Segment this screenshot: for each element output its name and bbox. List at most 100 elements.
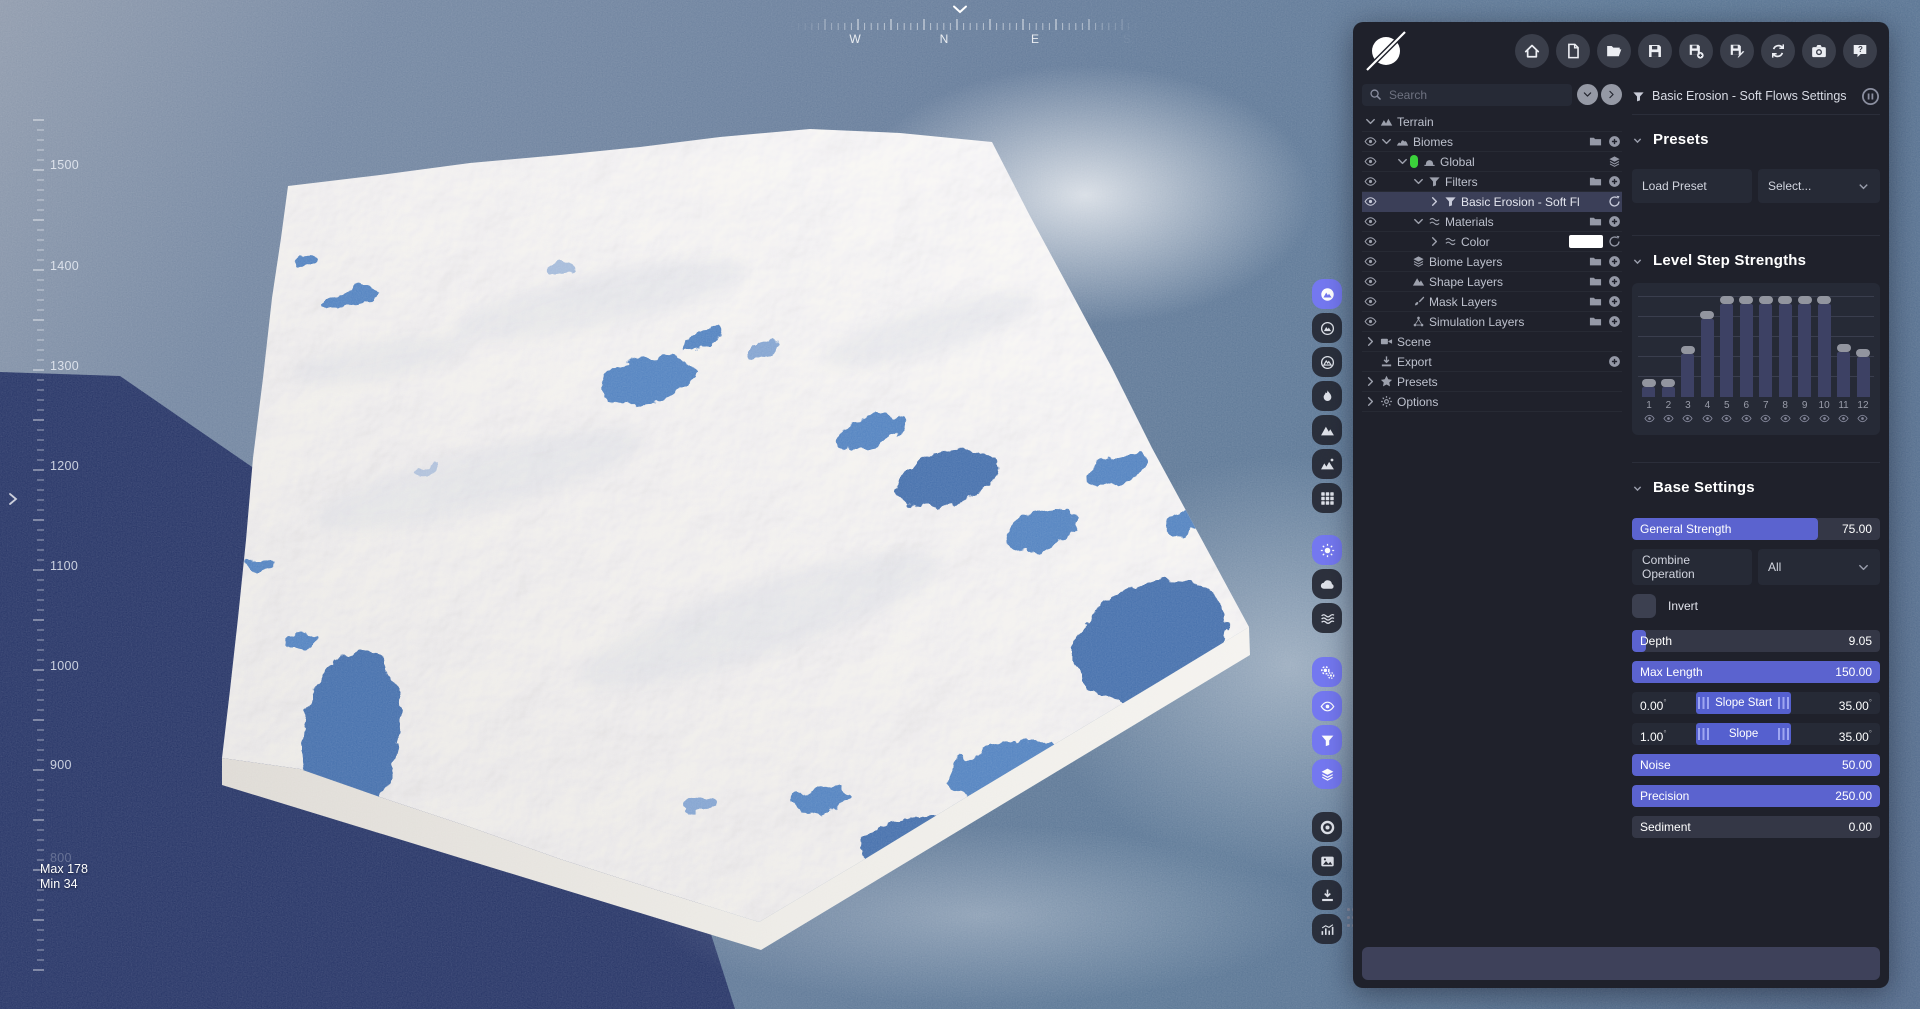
level-bar-7[interactable] xyxy=(1758,296,1773,397)
panel-expand-chevron[interactable] xyxy=(8,492,18,511)
export-image-button[interactable] xyxy=(1312,880,1342,910)
range-min-value[interactable]: 1.00° xyxy=(1640,723,1667,748)
range-min-value[interactable]: 0.00° xyxy=(1640,692,1667,717)
level-bar-11[interactable] xyxy=(1836,344,1851,397)
filters-toggle-button[interactable] xyxy=(1312,725,1342,755)
section-base-settings[interactable]: Base Settings xyxy=(1632,479,1880,496)
outline-view-button[interactable] xyxy=(1312,347,1342,377)
tree-row-global[interactable]: Global xyxy=(1362,152,1622,172)
eye-icon[interactable] xyxy=(1362,155,1378,169)
environment-view-button[interactable] xyxy=(1312,449,1342,479)
refresh-icon[interactable] xyxy=(1606,235,1622,249)
color-tag[interactable] xyxy=(1410,155,1418,168)
range-grip-left[interactable] xyxy=(1698,728,1710,740)
slider-value[interactable]: 150.00 xyxy=(1835,661,1872,683)
eye-icon[interactable] xyxy=(1362,135,1378,149)
range-slope-start[interactable]: 0.00° Slope Start 35.00° xyxy=(1632,692,1880,714)
plus-icon[interactable] xyxy=(1606,255,1622,269)
chevron-down-icon[interactable] xyxy=(1378,135,1394,149)
color-swatch[interactable] xyxy=(1569,235,1603,248)
tree-row-biome-layers[interactable]: Biome Layers xyxy=(1362,252,1622,272)
section-presets[interactable]: Presets xyxy=(1632,131,1880,148)
chevron-right-icon[interactable] xyxy=(1426,235,1442,249)
eye-icon[interactable] xyxy=(1362,255,1378,269)
tree-row-mask-layers[interactable]: Mask Layers xyxy=(1362,292,1622,312)
tree-row-scene[interactable]: Scene xyxy=(1362,332,1622,352)
eye-icon[interactable] xyxy=(1362,235,1378,249)
slider-value[interactable]: 0.00 xyxy=(1849,816,1872,838)
bar-handle[interactable] xyxy=(1778,296,1793,304)
screenshot-button[interactable] xyxy=(1802,34,1836,68)
save-button[interactable] xyxy=(1638,34,1672,68)
water-settings-button[interactable] xyxy=(1312,603,1342,633)
bar-handle[interactable] xyxy=(1719,296,1734,304)
save-as-button[interactable] xyxy=(1679,34,1713,68)
tree-row-biomes[interactable]: Biomes xyxy=(1362,132,1622,152)
snapshot-button[interactable] xyxy=(1312,846,1342,876)
bar-handle[interactable] xyxy=(1817,296,1832,304)
shaded-view-button[interactable] xyxy=(1312,313,1342,343)
range-segment[interactable]: Slope xyxy=(1696,723,1791,745)
grid-view-button[interactable] xyxy=(1312,483,1342,513)
level-bar-2[interactable] xyxy=(1661,379,1676,397)
bar-eye-toggle-5[interactable] xyxy=(1720,413,1734,424)
tree-row-terrain[interactable]: Terrain xyxy=(1362,112,1622,132)
bar-eye-toggle-12[interactable] xyxy=(1856,413,1870,424)
range-slope[interactable]: 1.00° Slope 35.00° xyxy=(1632,723,1880,745)
light-settings-button[interactable] xyxy=(1312,535,1342,565)
cloud-settings-button[interactable] xyxy=(1312,569,1342,599)
range-segment[interactable]: Slope Start xyxy=(1696,692,1791,714)
bar-handle[interactable] xyxy=(1680,346,1695,354)
folder-icon[interactable] xyxy=(1587,295,1603,309)
slider-value[interactable]: 75.00 xyxy=(1842,518,1872,540)
bar-eye-toggle-11[interactable] xyxy=(1837,413,1851,424)
folder-icon[interactable] xyxy=(1587,315,1603,329)
plus-icon[interactable] xyxy=(1606,275,1622,289)
level-bar-9[interactable] xyxy=(1797,296,1812,397)
level-bar-8[interactable] xyxy=(1778,296,1793,397)
bar-eye-toggle-9[interactable] xyxy=(1798,413,1812,424)
tree-row-export[interactable]: Export xyxy=(1362,352,1622,372)
range-grip-right[interactable] xyxy=(1777,728,1789,740)
bar-handle[interactable] xyxy=(1661,379,1676,387)
tree-row-options[interactable]: Options xyxy=(1362,392,1622,412)
record-button[interactable] xyxy=(1312,812,1342,842)
heat-view-button[interactable] xyxy=(1312,381,1342,411)
bar-eye-toggle-4[interactable] xyxy=(1700,413,1714,424)
layers-icon[interactable] xyxy=(1606,155,1622,169)
compass-strip[interactable]: WNES xyxy=(790,14,1140,48)
bar-eye-toggle-1[interactable] xyxy=(1642,413,1656,424)
level-bar-6[interactable] xyxy=(1739,296,1754,397)
chevron-down-icon[interactable] xyxy=(1410,215,1426,229)
eye-icon[interactable] xyxy=(1362,315,1378,329)
tree-row-basic-erosion-soft-fl[interactable]: Basic Erosion - Soft Fl xyxy=(1362,192,1622,212)
home-button[interactable] xyxy=(1515,34,1549,68)
chevron-down-icon[interactable] xyxy=(1394,155,1410,169)
search-input[interactable] xyxy=(1362,83,1572,106)
slider-value[interactable]: 9.05 xyxy=(1849,630,1872,652)
app-logo-icon[interactable] xyxy=(1363,28,1409,74)
bar-handle[interactable] xyxy=(1739,296,1754,304)
open-project-button[interactable] xyxy=(1597,34,1631,68)
range-max-value[interactable]: 35.00° xyxy=(1839,723,1872,748)
checkbox-invert[interactable] xyxy=(1632,594,1656,618)
slider-max-length[interactable]: Max Length 150.00 xyxy=(1632,661,1880,683)
visibility-toggle-button[interactable] xyxy=(1312,691,1342,721)
slider-depth[interactable]: Depth 9.05 xyxy=(1632,630,1880,652)
elevation-view-button[interactable] xyxy=(1312,415,1342,445)
bar-handle[interactable] xyxy=(1836,344,1851,352)
range-max-value[interactable]: 35.00° xyxy=(1839,692,1872,717)
search-text-field[interactable] xyxy=(1387,86,1565,103)
bar-eye-toggle-7[interactable] xyxy=(1759,413,1773,424)
range-grip-right[interactable] xyxy=(1777,697,1789,709)
bar-handle[interactable] xyxy=(1700,311,1715,319)
bar-handle[interactable] xyxy=(1758,296,1773,304)
collapse-all-button[interactable] xyxy=(1577,84,1598,105)
level-bar-4[interactable] xyxy=(1700,311,1715,397)
tree-row-simulation-layers[interactable]: Simulation Layers xyxy=(1362,312,1622,332)
search-next-button[interactable] xyxy=(1601,84,1622,105)
plus-icon[interactable] xyxy=(1606,215,1622,229)
plus-icon[interactable] xyxy=(1606,295,1622,309)
bar-handle[interactable] xyxy=(1856,349,1871,357)
level-bar-5[interactable] xyxy=(1719,296,1734,397)
